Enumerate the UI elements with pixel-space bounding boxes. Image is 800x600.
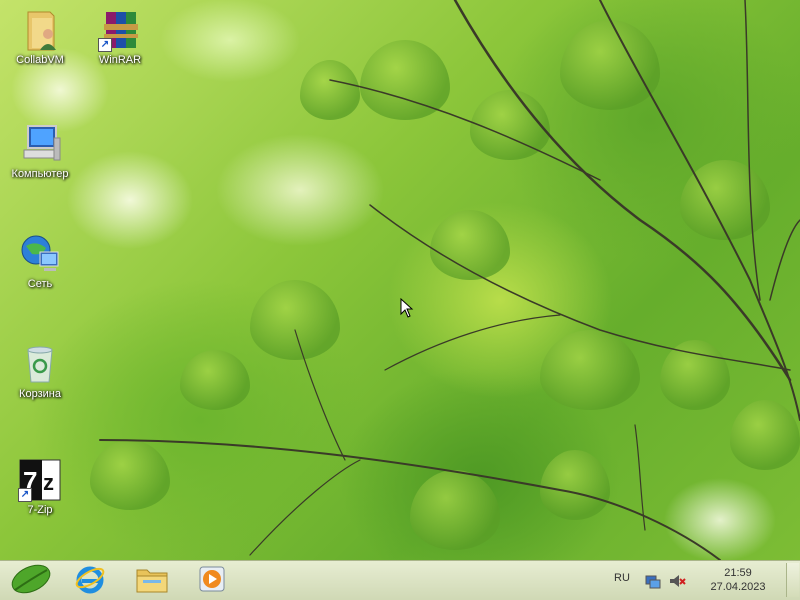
ie-icon — [74, 563, 106, 600]
svg-text:z: z — [43, 470, 54, 495]
desktop-icon-computer[interactable]: Компьютер — [8, 122, 72, 180]
desktop-icon-label: Сеть — [27, 278, 53, 290]
taskbar-media-player-button[interactable] — [188, 563, 236, 599]
explorer-folder-icon — [135, 564, 169, 599]
network-icon — [18, 232, 62, 276]
taskbar: RU 21:59 27.04.2023 — [0, 560, 800, 600]
taskbar-ie-button[interactable] — [66, 563, 114, 599]
network-tray-icon[interactable] — [644, 572, 662, 595]
clock-time: 21:59 — [724, 567, 752, 579]
folder-user-icon — [18, 8, 62, 52]
desktop-icon-label: CollabVM — [16, 54, 64, 66]
desktop-icon-label: 7-Zip — [27, 504, 53, 516]
desktop-icon-7zip[interactable]: 7 z ↗ 7-Zip — [8, 458, 72, 516]
desktop-icon-network[interactable]: Сеть — [8, 232, 72, 290]
show-desktop-button[interactable] — [786, 563, 799, 597]
clock-date: 27.04.2023 — [710, 581, 766, 593]
desktop-icon-label: Компьютер — [11, 168, 69, 180]
shortcut-arrow-icon: ↗ — [18, 488, 32, 502]
desktop[interactable]: CollabVM ↗ WinRAR Компьютер Сеть Корзина… — [0, 0, 800, 560]
desktop-icon-label: Корзина — [19, 388, 61, 400]
media-player-icon — [197, 564, 227, 599]
start-button[interactable] — [6, 563, 54, 599]
shortcut-arrow-icon: ↗ — [98, 38, 112, 52]
desktop-icon-collabvm[interactable]: CollabVM — [8, 8, 72, 66]
language-indicator[interactable]: RU — [614, 572, 630, 584]
winrar-icon: ↗ — [98, 8, 142, 52]
volume-muted-icon[interactable] — [668, 572, 686, 595]
recycle-bin-icon — [18, 342, 62, 386]
branches-decoration — [99, 0, 800, 560]
computer-icon — [18, 122, 62, 166]
desktop-icon-label: WinRAR — [98, 54, 142, 66]
desktop-icon-recycle-bin[interactable]: Корзина — [8, 342, 72, 400]
7zip-icon: 7 z ↗ — [18, 458, 62, 502]
desktop-icon-winrar[interactable]: ↗ WinRAR — [88, 8, 152, 66]
taskbar-explorer-button[interactable] — [128, 563, 176, 599]
mouse-cursor-icon — [400, 298, 414, 318]
start-leaf-icon — [7, 562, 53, 600]
clock[interactable]: 21:59 27.04.2023 — [700, 567, 776, 593]
